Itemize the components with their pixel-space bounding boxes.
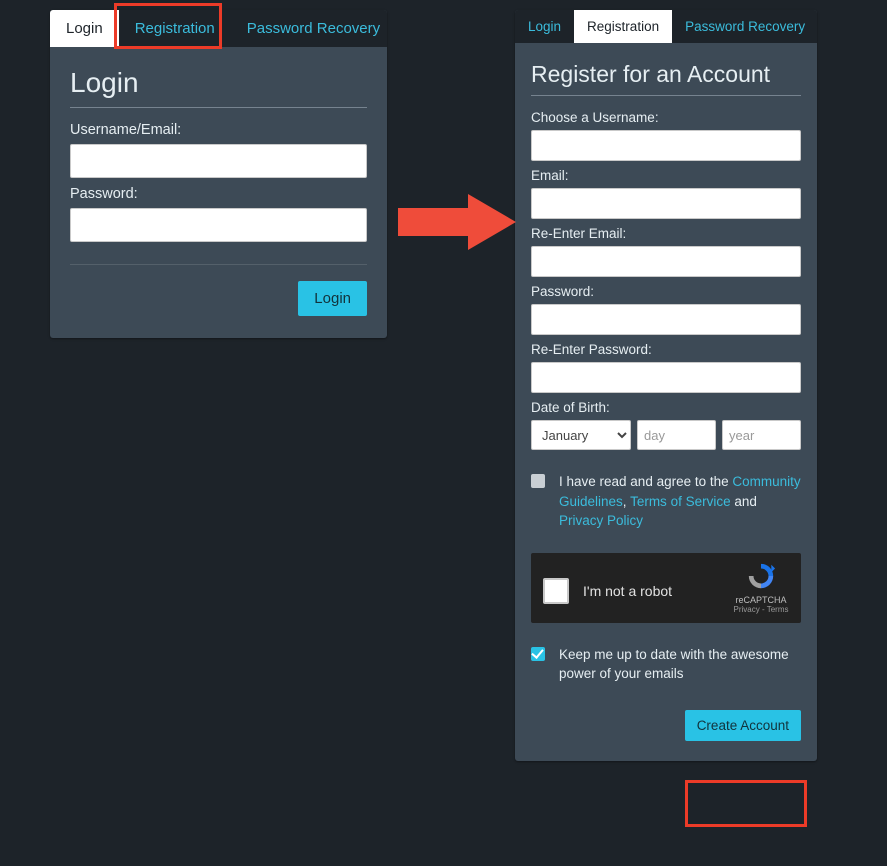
- updates-row: Keep me up to date with the awesome powe…: [531, 645, 801, 684]
- recaptcha-sublinks[interactable]: Privacy - Terms: [731, 606, 791, 615]
- repassword-input[interactable]: [531, 362, 801, 393]
- recaptcha-text: I'm not a robot: [583, 583, 672, 599]
- recaptcha-logo: reCAPTCHA Privacy - Terms: [731, 561, 791, 615]
- email-input[interactable]: [531, 188, 801, 219]
- tabbar-left: Login Registration Password Recovery: [50, 10, 387, 47]
- choose-username-input[interactable]: [531, 130, 801, 161]
- link-privacy[interactable]: Privacy Policy: [559, 513, 643, 528]
- tab-registration[interactable]: Registration: [119, 10, 231, 47]
- reemail-input[interactable]: [531, 246, 801, 277]
- agree-prefix: I have read and agree to the: [559, 474, 732, 489]
- dob-year-input[interactable]: [722, 420, 801, 450]
- tab-recovery-r[interactable]: Password Recovery: [672, 10, 817, 43]
- username-input[interactable]: [70, 144, 367, 178]
- choose-username-label: Choose a Username:: [531, 110, 801, 125]
- dob-row: January: [531, 420, 801, 450]
- agree-text: I have read and agree to the Community G…: [559, 472, 801, 531]
- dob-label: Date of Birth:: [531, 400, 801, 415]
- login-card: Login Username/Email: Password: Login: [50, 47, 387, 338]
- dob-day-input[interactable]: [637, 420, 716, 450]
- tabbar-right: Login Registration Password Recovery: [515, 10, 817, 43]
- create-account-button[interactable]: Create Account: [685, 710, 801, 741]
- register-card: Register for an Account Choose a Usernam…: [515, 43, 817, 761]
- agree-row: I have read and agree to the Community G…: [531, 472, 801, 531]
- recaptcha-icon: [746, 561, 776, 591]
- link-terms[interactable]: Terms of Service: [630, 494, 731, 509]
- updates-text: Keep me up to date with the awesome powe…: [559, 645, 801, 684]
- reemail-label: Re-Enter Email:: [531, 226, 801, 241]
- register-panel: Login Registration Password Recovery Reg…: [515, 10, 817, 761]
- highlight-create-account: [685, 780, 807, 827]
- recaptcha-checkbox[interactable]: [543, 578, 569, 604]
- email-label: Email:: [531, 168, 801, 183]
- repassword-label: Re-Enter Password:: [531, 342, 801, 357]
- dob-month-select[interactable]: January: [531, 420, 631, 450]
- reg-password-input[interactable]: [531, 304, 801, 335]
- tab-login-r[interactable]: Login: [515, 10, 574, 43]
- updates-checkbox[interactable]: [531, 647, 545, 661]
- password-input[interactable]: [70, 208, 367, 242]
- tab-login[interactable]: Login: [50, 10, 119, 47]
- login-button-row: Login: [70, 264, 367, 316]
- recaptcha-widget: I'm not a robot reCAPTCHA Privacy - Term…: [531, 553, 801, 623]
- login-button[interactable]: Login: [298, 281, 367, 316]
- tab-recovery[interactable]: Password Recovery: [231, 10, 387, 47]
- create-button-row: Create Account: [531, 696, 801, 741]
- username-label: Username/Email:: [70, 122, 367, 138]
- agree-checkbox[interactable]: [531, 474, 545, 488]
- arrow-icon: [398, 194, 516, 250]
- login-title: Login: [70, 67, 367, 108]
- login-panel: Login Registration Password Recovery Log…: [50, 10, 387, 338]
- tab-registration-r[interactable]: Registration: [574, 10, 672, 43]
- password-label: Password:: [70, 186, 367, 202]
- register-title: Register for an Account: [531, 61, 801, 96]
- reg-password-label: Password:: [531, 284, 801, 299]
